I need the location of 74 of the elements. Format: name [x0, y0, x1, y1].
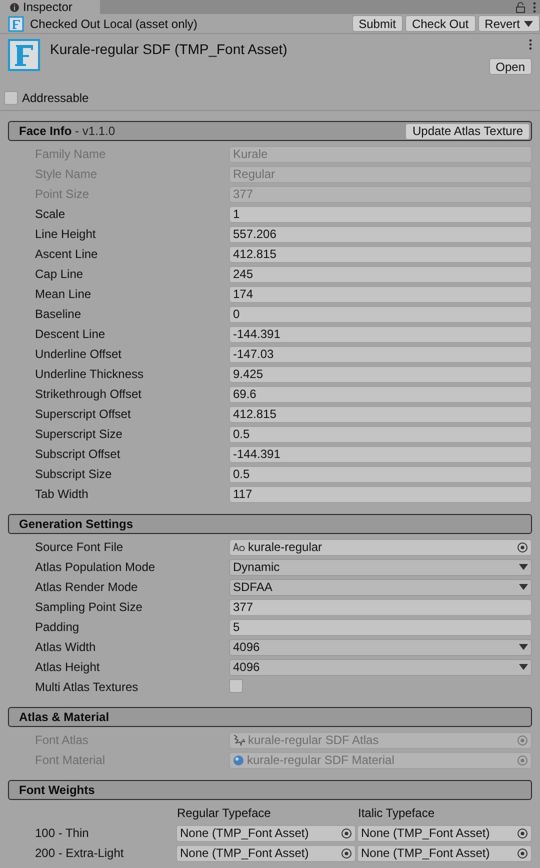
- dropdown-caret-icon: [519, 664, 528, 670]
- field-label: Line Height: [35, 227, 97, 241]
- field-label: Superscript Size: [35, 427, 124, 441]
- checkbox[interactable]: [229, 678, 243, 692]
- value-field[interactable]: 1: [229, 206, 532, 222]
- weight-label: 100 - Thin: [35, 826, 90, 840]
- font-asset-icon: [8, 39, 40, 71]
- section-title: Generation Settings: [19, 517, 134, 531]
- font-asset-icon: [8, 16, 24, 32]
- info-icon: [10, 2, 19, 12]
- section-header[interactable]: Font Weights: [8, 780, 532, 800]
- value-field[interactable]: 9.425: [229, 366, 532, 382]
- section-header[interactable]: Atlas & Material: [8, 707, 532, 727]
- field-label: Underline Thickness: [35, 367, 144, 381]
- field-label: Multi Atlas Textures: [35, 680, 140, 694]
- vcs-button[interactable]: Check Out: [404, 15, 476, 32]
- value-field[interactable]: 412.815: [229, 406, 532, 422]
- field-label: Descent Line: [35, 327, 106, 341]
- field-label: Atlas Population Mode: [35, 560, 156, 574]
- dropdown-caret-icon: [519, 584, 528, 590]
- addressable-label: Addressable: [22, 91, 89, 105]
- field-label: Superscript Offset: [35, 407, 132, 421]
- field-label: Scale: [35, 207, 66, 221]
- field-label: Source Font File: [35, 540, 124, 554]
- value-field[interactable]: 174: [229, 286, 532, 302]
- field-label: Subscript Size: [35, 467, 113, 481]
- value-field[interactable]: 245: [229, 266, 532, 282]
- value-field[interactable]: 557.206: [229, 226, 532, 242]
- dropdown-caret-icon: [519, 564, 528, 570]
- weight-label: 200 - Extra-Light: [35, 846, 125, 860]
- field-label: Atlas Render Mode: [35, 580, 139, 594]
- dropdown-caret-icon: [524, 20, 533, 26]
- section-title: Atlas & Material: [19, 710, 110, 724]
- field-label: Ascent Line: [35, 247, 99, 261]
- value-field[interactable]: -144.391: [229, 326, 532, 342]
- inspector-tab[interactable]: Inspector: [0, 0, 100, 14]
- more-options-icon[interactable]: [529, 39, 532, 50]
- value-field[interactable]: 5: [229, 618, 532, 636]
- value-field[interactable]: 377: [229, 598, 532, 616]
- vcs-button[interactable]: Submit: [352, 15, 403, 32]
- field-label: Tab Width: [35, 487, 90, 501]
- column-header: Regular Typeface: [176, 806, 272, 820]
- field-label: Underline Offset: [35, 347, 122, 361]
- asset-title: Kurale-regular SDF (TMP_Font Asset): [50, 41, 288, 59]
- field-label: Baseline: [35, 307, 82, 321]
- value-field[interactable]: 412.815: [229, 246, 532, 262]
- value-field[interactable]: 117: [229, 486, 532, 502]
- value-field[interactable]: 0: [229, 306, 532, 322]
- value-field[interactable]: -147.03: [229, 346, 532, 362]
- update-atlas-button[interactable]: Update Atlas Texture: [405, 122, 530, 140]
- column-header: Italic Typeface: [357, 806, 436, 820]
- more-options-icon[interactable]: [533, 2, 536, 13]
- checkbox[interactable]: [4, 91, 18, 105]
- open-button[interactable]: Open: [488, 58, 532, 75]
- field-label: Atlas Width: [35, 640, 97, 654]
- field-label: Subscript Offset: [35, 447, 122, 461]
- section-header[interactable]: Generation Settings: [8, 514, 532, 534]
- lock-icon[interactable]: [516, 2, 525, 13]
- field-label: Mean Line: [35, 287, 92, 301]
- value-field[interactable]: 0.5: [229, 426, 532, 442]
- section-header[interactable]: Face Info - v1.1.0 Update Atlas Texture: [8, 121, 532, 141]
- section-title: Face Info - v1.1.0: [19, 124, 116, 138]
- field-label: Strikethrough Offset: [35, 387, 142, 401]
- field-label: Sampling Point Size: [35, 600, 144, 614]
- checkout-status: Checked Out Local (asset only): [30, 16, 198, 30]
- field-label: Cap Line: [35, 267, 84, 281]
- field-label: Padding: [35, 620, 80, 634]
- revert-dropdown[interactable]: Revert: [478, 15, 540, 32]
- value-field[interactable]: 69.6: [229, 386, 532, 402]
- value-field[interactable]: 0.5: [229, 466, 532, 482]
- value-field[interactable]: -144.391: [229, 446, 532, 462]
- dropdown-caret-icon: [519, 644, 528, 650]
- section-title: Font Weights: [19, 783, 95, 797]
- field-label: Atlas Height: [35, 660, 101, 674]
